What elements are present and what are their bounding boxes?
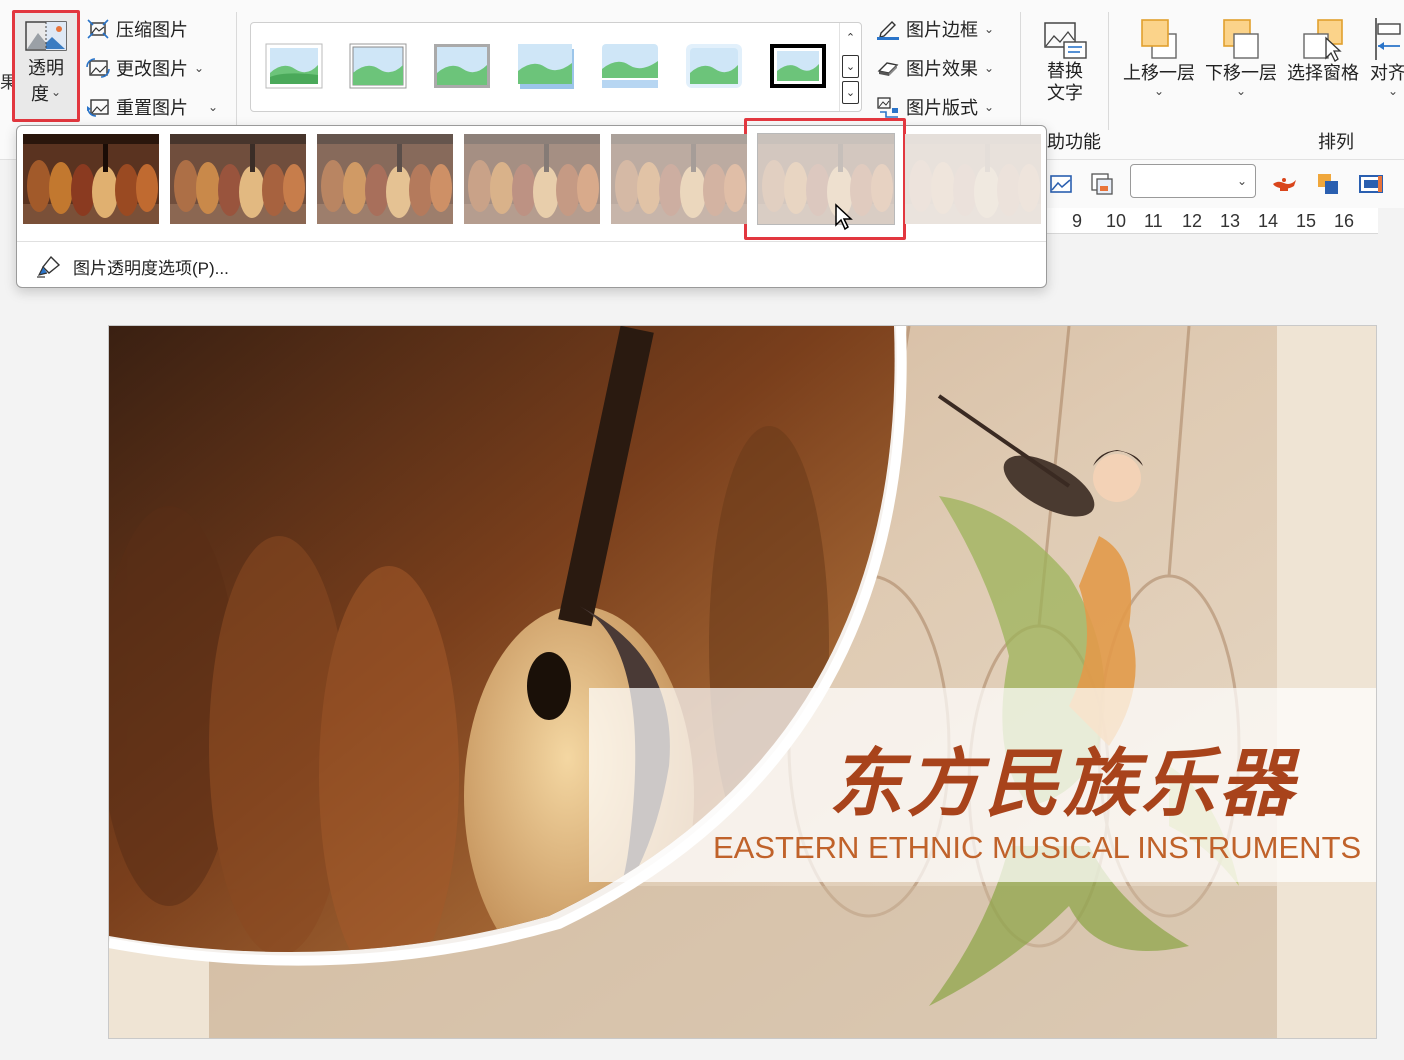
send-backward-icon [1223, 19, 1259, 59]
transparency-preset-thumb[interactable] [757, 133, 895, 225]
slide-title-english[interactable]: EASTERN ETHNIC MUSICAL INSTRUMENTS [713, 830, 1361, 866]
selection-pane-label: 选择窗格 [1287, 63, 1359, 83]
reset-picture-label: 重置图片 [116, 98, 188, 118]
transparency-label-1: 透明 [28, 58, 64, 78]
transparency-preset-thumb[interactable] [464, 134, 600, 224]
chevron-down-icon: ⌄ [194, 61, 205, 75]
transparency-preset-thumb[interactable] [317, 134, 453, 224]
pencil-icon [877, 21, 899, 40]
send-backward-label: 下移一层 [1205, 63, 1277, 83]
picture-layout-label: 图片版式 [906, 98, 978, 118]
ruler-number: 11 [1144, 211, 1163, 231]
alt-text-icon [1044, 22, 1087, 59]
gallery-scroll-up-button[interactable]: ⌃ [840, 23, 861, 52]
group-divider [236, 12, 237, 130]
gallery-scroll-down-button[interactable]: ⌄ [842, 55, 859, 78]
chevron-down-icon: ⌄ [1388, 84, 1399, 98]
picture-style-thumb[interactable] [517, 43, 575, 89]
picture-style-thumb[interactable] [601, 43, 659, 89]
layers-icon[interactable] [1316, 172, 1340, 196]
picture-style-thumb[interactable] [349, 43, 407, 89]
picture-style-thumb[interactable] [769, 43, 827, 89]
chevron-down-icon: ⌄ [1236, 174, 1247, 188]
chevron-down-icon: ⌄ [1235, 84, 1247, 98]
picture-border-button[interactable]: 图片边框 ⌄ [876, 16, 994, 42]
chevron-down-icon: ⌄ [208, 100, 219, 114]
ruler-number: 12 [1182, 211, 1203, 231]
picture-effects-button[interactable]: 图片效果 ⌄ [876, 55, 994, 81]
picture-styles-gallery[interactable]: ⌃ ⌄ ⌄ [250, 22, 862, 112]
copy-picture-icon[interactable] [1090, 172, 1114, 196]
picture-icon[interactable] [1050, 174, 1072, 194]
transparency-preset-thumb[interactable] [905, 134, 1041, 224]
accessibility-group-label: 助功能 [1047, 132, 1101, 152]
bring-forward-button[interactable]: 上移一层 ⌄ [1120, 16, 1198, 98]
chevron-down-icon: ⌄ [984, 22, 995, 36]
picture-layout-button[interactable]: 图片版式 ⌄ [876, 94, 994, 120]
secondary-toolbar: ⌄ [1046, 160, 1404, 208]
picture-layout-icon [877, 97, 898, 118]
reset-picture-icon [87, 99, 109, 117]
align-icon [1375, 18, 1401, 60]
slide-canvas[interactable]: 东方民族乐器 EASTERN ETHNIC MUSICAL INSTRUMENT… [108, 325, 1377, 1039]
send-backward-button[interactable]: 下移一层 ⌄ [1202, 16, 1280, 98]
gallery-more-button[interactable]: ⌄ [842, 81, 859, 104]
mouse-pointer-icon [835, 203, 853, 231]
alt-text-label-2: 文字 [1047, 83, 1083, 103]
ruler-number: 13 [1220, 211, 1241, 231]
picture-effects-label: 图片效果 [906, 59, 978, 79]
transparency-icon [25, 21, 67, 51]
selection-pane-icon [1303, 19, 1343, 62]
effects-icon [877, 62, 899, 76]
font-select[interactable]: ⌄ [1130, 164, 1256, 198]
transparency-label-2: 度 [30, 84, 49, 104]
ruler-number: 15 [1296, 211, 1317, 231]
horizontal-ruler: 9 10 11 12 13 14 15 16 [1046, 208, 1378, 234]
transparency-button[interactable]: 透明 度 ⌄ [12, 10, 80, 122]
transparency-options-item[interactable]: 图片透明度选项(P)... [35, 254, 229, 279]
chevron-down-icon: ⌄ [984, 61, 995, 75]
chevron-down-icon: ⌄ [50, 85, 62, 99]
compress-icon [87, 19, 109, 39]
compress-label: 压缩图片 [116, 20, 188, 40]
ruler-number: 16 [1334, 211, 1355, 231]
selection-pane-button[interactable]: 选择窗格 [1284, 16, 1362, 84]
group-divider [1020, 12, 1021, 130]
magic-lamp-icon[interactable] [1270, 172, 1298, 194]
picture-border-label: 图片边框 [906, 20, 978, 40]
gallery-scroll: ⌃ ⌄ ⌄ [839, 23, 861, 111]
alt-text-label-1: 替换 [1047, 61, 1083, 81]
bring-forward-icon [1141, 19, 1177, 59]
change-picture-button[interactable]: 更改图片 ⌄ [86, 55, 204, 81]
change-picture-label: 更改图片 [116, 59, 188, 79]
menu-separator [17, 241, 1046, 242]
group-divider [1108, 12, 1109, 130]
picture-style-thumb[interactable] [265, 43, 323, 89]
change-picture-icon [86, 58, 110, 78]
picture-style-thumb[interactable] [685, 43, 743, 89]
transparency-options-label: 图片透明度选项(P)... [73, 259, 229, 278]
bring-forward-label: 上移一层 [1123, 63, 1195, 83]
chevron-down-icon: ⌄ [1153, 84, 1165, 98]
chevron-down-icon: ⌄ [984, 100, 995, 114]
transparency-dropdown: 图片透明度选项(P)... [16, 118, 1047, 288]
transparency-preset-thumb[interactable] [170, 134, 306, 224]
ruler-number: 9 [1072, 211, 1083, 231]
align-label: 对齐 [1370, 63, 1404, 83]
slide-artwork [109, 326, 1277, 1038]
compress-pictures-button[interactable]: 压缩图片 [86, 16, 188, 42]
arrange-group-label: 排列 [1318, 132, 1354, 152]
ruler-number: 10 [1106, 211, 1127, 231]
alt-text-button[interactable]: 替换 文字 [1040, 20, 1090, 104]
frame-icon[interactable] [1358, 172, 1384, 196]
picture-style-thumb[interactable] [433, 43, 491, 89]
ruler-number: 14 [1258, 211, 1279, 231]
align-button[interactable]: 对齐 ⌄ [1370, 16, 1404, 98]
transparency-preset-thumb[interactable] [611, 134, 747, 224]
paint-brush-icon [37, 255, 61, 278]
transparency-preset-thumb[interactable] [23, 134, 159, 224]
slide-title-chinese[interactable]: 东方民族乐器 [829, 724, 1297, 831]
reset-picture-button[interactable]: 重置图片 ⌄ [86, 94, 218, 120]
